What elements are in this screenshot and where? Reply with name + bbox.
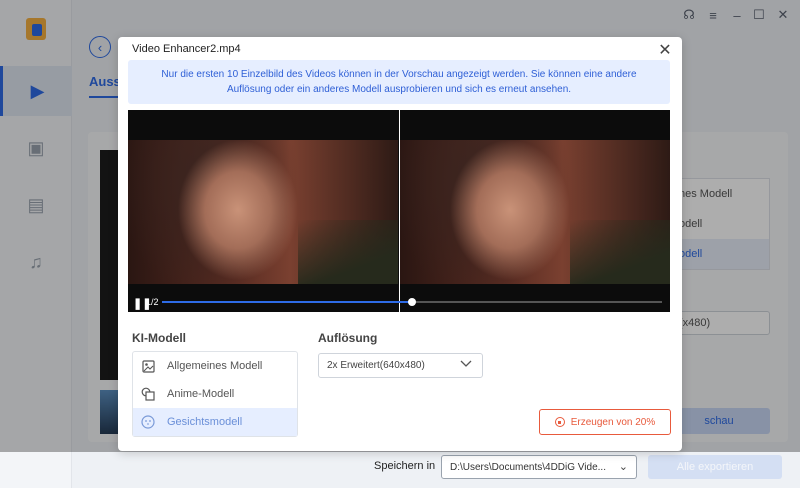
model-item-label: Allgemeines Modell: [167, 360, 263, 372]
resolution-section-label: Auflösung: [318, 331, 378, 345]
preview-dialog: Video Enhancer2.mp4 ✕ Nur die ersten 10 …: [118, 37, 682, 451]
progress-fill: [162, 301, 412, 303]
compare-divider[interactable]: [399, 110, 400, 312]
stop-icon: [554, 417, 565, 427]
playback-controls: ❚❚ 1/2: [128, 296, 670, 310]
progress-track[interactable]: [162, 298, 662, 306]
model-item-anime[interactable]: Anime-Modell: [133, 380, 297, 408]
original-frame: [128, 140, 398, 284]
dialog-title: Video Enhancer2.mp4: [132, 43, 241, 55]
model-item-label: Anime-Modell: [167, 388, 235, 400]
chevron-down-icon: [460, 360, 472, 371]
frame-counter: 1/2: [146, 297, 159, 307]
shapes-icon: [141, 387, 155, 401]
face-icon: [141, 415, 155, 429]
save-path-value: D:\Users\Documents\4DDiG Vide...: [450, 461, 606, 473]
image-icon: [141, 359, 155, 373]
resolution-select[interactable]: 2x Erweitert(640x480): [318, 353, 483, 378]
model-item-label: Gesichtsmodell: [167, 416, 243, 428]
generate-button-label: Erzeugen von 20%: [570, 416, 656, 428]
generate-button[interactable]: Erzeugen von 20%: [539, 409, 671, 435]
model-item-face[interactable]: Gesichtsmodell: [133, 408, 297, 436]
enhanced-frame: [400, 140, 670, 284]
preview-notice: Nur die ersten 10 Einzelbild des Videos …: [128, 60, 670, 104]
resolution-value: 2x Erweitert(640x480): [327, 360, 425, 371]
close-icon[interactable]: ✕: [656, 41, 674, 59]
save-location-select[interactable]: D:\Users\Documents\4DDiG Vide... ⌄: [441, 455, 637, 479]
save-location-label: Speichern in: [374, 460, 436, 472]
export-all-button[interactable]: Alle exportieren: [648, 455, 782, 479]
model-item-general[interactable]: Allgemeines Modell: [133, 352, 297, 380]
video-preview[interactable]: ❚❚ 1/2: [128, 110, 670, 312]
progress-handle[interactable]: [408, 298, 416, 306]
model-list: Allgemeines Modell Anime-Modell Gesichts…: [132, 351, 298, 437]
model-section-label: KI-Modell: [132, 331, 186, 345]
chevron-down-icon: ⌄: [618, 461, 628, 473]
